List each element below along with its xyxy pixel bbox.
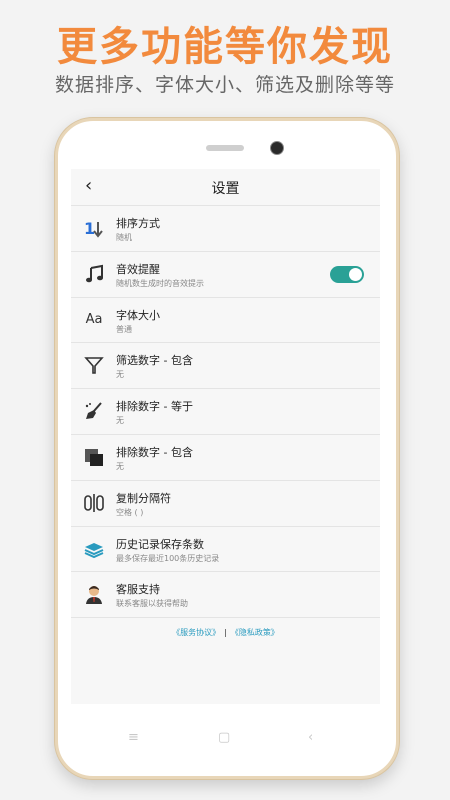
filter-icon <box>83 354 105 376</box>
list-divider <box>71 617 380 619</box>
setting-value: 空格 ( ) <box>116 507 144 517</box>
setting-item-exclude-include[interactable]: 排除数字 - 包含 无 <box>71 433 380 480</box>
app-screen: ‹ 设置 1 排序方式 随机 音效提醒 随机数生成时的音效提示 Aa 字体大小 … <box>71 169 380 704</box>
setting-label: 客服支持 <box>116 583 160 597</box>
setting-item-copy-separator[interactable]: 复制分隔符 空格 ( ) <box>71 479 380 526</box>
setting-label: 排除数字 - 包含 <box>116 445 193 459</box>
layers-icon <box>83 538 105 560</box>
overlap-squares-icon <box>83 446 105 468</box>
setting-label: 历史记录保存条数 <box>116 537 204 551</box>
promo-subline: 数据排序、字体大小、筛选及删除等等 <box>54 74 395 96</box>
setting-value: 无 <box>116 461 124 471</box>
top-bar: ‹ 设置 <box>71 169 380 203</box>
system-nav-bar: ≡ ▢ ‹ <box>55 730 393 750</box>
sound-toggle[interactable] <box>330 265 364 283</box>
setting-label: 筛选数字 - 包含 <box>116 354 193 368</box>
broom-icon <box>83 400 105 422</box>
promo-headline: 更多功能等你发现 <box>57 24 393 70</box>
setting-value: 最多保存最近100条历史记录 <box>116 553 220 563</box>
home-icon[interactable]: ▢ <box>218 730 230 745</box>
setting-item-filter-include[interactable]: 筛选数字 - 包含 无 <box>71 342 380 388</box>
service-agreement-link[interactable]: 《服务协议》 <box>172 628 220 637</box>
setting-item-customer-support[interactable]: 客服支持 联系客服以获得帮助 <box>71 571 380 617</box>
setting-value: 无 <box>116 370 124 380</box>
support-avatar-icon <box>83 583 105 605</box>
font-size-icon: Aa <box>85 312 103 328</box>
separator-icon <box>83 492 105 514</box>
phone-frame: ‹ 设置 1 排序方式 随机 音效提醒 随机数生成时的音效提示 Aa 字体大小 … <box>55 118 399 779</box>
setting-label: 字体大小 <box>116 308 160 322</box>
setting-value: 随机数生成时的音效提示 <box>116 278 204 288</box>
music-note-icon <box>83 263 105 285</box>
setting-item-sort[interactable]: 1 排序方式 随机 <box>71 205 380 251</box>
page-title: 设置 <box>211 181 240 197</box>
setting-item-font-size[interactable]: Aa 字体大小 普通 <box>71 296 380 343</box>
footer-links: 《服务协议》 | 《隐私政策》 <box>71 627 380 638</box>
setting-value: 普通 <box>116 324 132 334</box>
svg-text:1: 1 <box>84 219 95 238</box>
setting-label: 排除数字 - 等于 <box>116 400 193 414</box>
setting-label: 音效提醒 <box>116 262 160 276</box>
setting-item-history-count[interactable]: 历史记录保存条数 最多保存最近100条历史记录 <box>71 525 380 572</box>
sort-icon: 1 <box>83 217 105 239</box>
setting-value: 无 <box>116 416 124 426</box>
setting-item-sound[interactable]: 音效提醒 随机数生成时的音效提示 <box>71 250 380 297</box>
back-nav-icon[interactable]: ‹ <box>308 730 313 745</box>
privacy-policy-link[interactable]: 《隐私政策》 <box>231 628 279 637</box>
setting-value: 联系客服以获得帮助 <box>116 599 188 609</box>
settings-list: 1 排序方式 随机 音效提醒 随机数生成时的音效提示 Aa 字体大小 普通 筛选… <box>71 205 380 619</box>
setting-value: 随机 <box>116 233 132 242</box>
setting-label: 排序方式 <box>116 217 160 230</box>
setting-item-exclude-equal[interactable]: 排除数字 - 等于 无 <box>71 388 380 434</box>
setting-label: 复制分隔符 <box>116 491 171 505</box>
menu-icon[interactable]: ≡ <box>128 730 139 745</box>
front-camera <box>270 141 284 155</box>
link-separator: | <box>224 628 227 637</box>
speaker-grille <box>206 145 244 151</box>
toggle-knob <box>349 267 362 281</box>
